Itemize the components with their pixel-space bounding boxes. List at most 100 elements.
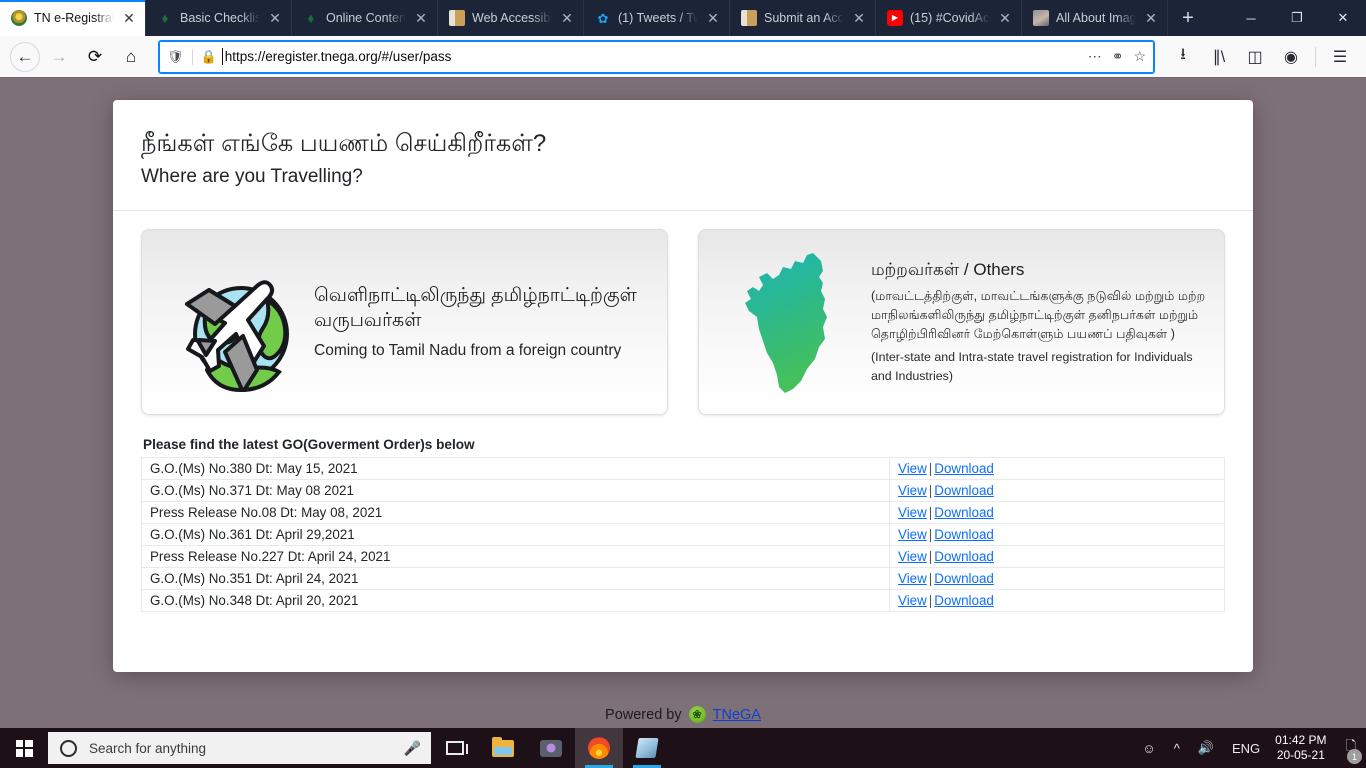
download-link[interactable]: Download — [934, 549, 994, 564]
close-icon[interactable]: ✕ — [997, 11, 1013, 25]
browser-tab-3[interactable]: Web Accessibility ✕ — [438, 0, 584, 36]
camera-button[interactable] — [527, 728, 575, 768]
government-orders-table: G.O.(Ms) No.380 Dt: May 15, 2021 View | Do… — [141, 457, 1225, 613]
task-view-icon — [446, 741, 468, 755]
sidebar-icon[interactable]: ◫ — [1239, 41, 1271, 73]
new-tab-button[interactable]: + — [1168, 0, 1208, 36]
close-icon[interactable]: ✕ — [267, 11, 283, 25]
shield-icon[interactable]: 🛡 — [167, 49, 184, 65]
forward-button[interactable]: → — [42, 41, 76, 73]
view-link[interactable]: View — [898, 483, 927, 498]
view-link[interactable]: View — [898, 527, 927, 542]
view-link[interactable]: View — [898, 571, 927, 586]
address-bar[interactable]: 🛡 🔒 https://eregister.tnega.org/#/user/p… — [158, 39, 1155, 74]
maximize-button[interactable]: ❐ — [1274, 0, 1320, 36]
microsoft-store-button[interactable] — [623, 728, 671, 768]
minimize-button[interactable]: ─ — [1228, 0, 1274, 36]
twitter-icon: ✿ — [597, 10, 609, 26]
taskbar-search-input[interactable]: Search for anything 🎤 — [48, 732, 431, 764]
go-name: Press Release No.227 Dt: April 24, 2021 — [141, 545, 890, 569]
go-actions: View | Download — [889, 523, 1225, 547]
folder-icon — [492, 736, 514, 757]
tab-title: Submit an Accessib — [764, 11, 844, 25]
close-icon[interactable]: ✕ — [121, 11, 137, 25]
go-name: G.O.(Ms) No.371 Dt: May 08 2021 — [141, 479, 890, 503]
download-link[interactable]: Download — [934, 461, 994, 476]
close-icon[interactable]: ✕ — [851, 11, 867, 25]
reload-button[interactable]: ⟳ — [78, 41, 112, 73]
speaker-icon[interactable]: 🔊 — [1189, 728, 1223, 768]
go-actions: View | Download — [889, 457, 1225, 481]
file-explorer-button[interactable] — [479, 728, 527, 768]
tab-title: (1) Tweets / Twitter — [618, 11, 698, 25]
url-input[interactable]: https://eregister.tnega.org/#/user/pass — [221, 48, 1080, 65]
browser-tab-0[interactable]: TN e-Registration ✕ — [0, 0, 146, 36]
choice-title-tamil: வெளிநாட்டிலிருந்து தமிழ்நாட்டிற்குள் வரு… — [314, 285, 637, 332]
tab-title: TN e-Registration — [34, 11, 114, 25]
view-link[interactable]: View — [898, 461, 927, 476]
windows-start-icon[interactable] — [0, 728, 48, 768]
close-icon[interactable]: ✕ — [413, 11, 429, 25]
page-viewport: நீங்கள் எங்கே பயணம் செய்கிறீர்கள்? Where… — [0, 78, 1366, 728]
pocket-icon[interactable]: ⚭ — [1112, 48, 1124, 65]
browser-tab-2[interactable]: ♦ Online Content ✕ — [292, 0, 438, 36]
taskbar-app-buttons — [431, 728, 671, 768]
download-link[interactable]: Download — [934, 527, 994, 542]
tab-title: (15) #CovidAccess — [910, 11, 990, 25]
download-link[interactable]: Download — [934, 593, 994, 608]
library-icon[interactable]: ∥\ — [1203, 41, 1235, 73]
camera-icon — [540, 739, 562, 757]
window-close-button[interactable]: ✕ — [1320, 0, 1366, 36]
powered-by-label: Powered by — [605, 706, 682, 723]
table-row: Press Release No.08 Dt: May 08, 2021 Vie… — [141, 501, 1225, 525]
store-icon — [635, 738, 659, 758]
language-indicator[interactable]: ENG — [1223, 728, 1269, 768]
account-icon[interactable]: ◉ — [1275, 41, 1307, 73]
table-row: Press Release No.227 Dt: April 24, 2021 … — [141, 545, 1225, 569]
tab-title: Basic Checklists — [180, 11, 260, 25]
choice-subtitle-tamil: (மாவட்டத்திற்குள், மாவட்டங்களுக்கு நடுவி… — [871, 288, 1206, 342]
view-link[interactable]: View — [898, 549, 927, 564]
download-link[interactable]: Download — [934, 483, 994, 498]
hamburger-menu-icon[interactable]: ☰ — [1324, 41, 1356, 73]
choice-others[interactable]: மற்றவர்கள் / Others (மாவட்டத்திற்குள், ம… — [698, 229, 1225, 416]
view-link[interactable]: View — [898, 505, 927, 520]
tn-emblem-icon — [11, 10, 27, 26]
browser-tab-5[interactable]: Submit an Accessib ✕ — [730, 0, 876, 36]
notification-icon[interactable]: 🗋 1 — [1337, 728, 1366, 768]
close-icon[interactable]: ✕ — [559, 11, 575, 25]
close-icon[interactable]: ✕ — [705, 11, 721, 25]
choice-title-tamil: மற்றவர்கள் / Others — [871, 260, 1025, 280]
chevron-up-icon[interactable]: ^ — [1165, 728, 1189, 768]
clock[interactable]: 01:42 PM 20-05-21 — [1269, 733, 1336, 763]
download-link[interactable]: Download — [934, 571, 994, 586]
close-icon[interactable]: ✕ — [1143, 11, 1159, 25]
browser-tab-4[interactable]: ✿ (1) Tweets / Twitter ✕ — [584, 0, 730, 36]
view-link[interactable]: View — [898, 593, 927, 608]
choice-subtitle-english: Coming to Tamil Nadu from a foreign coun… — [314, 341, 622, 359]
download-link[interactable]: Download — [934, 505, 994, 520]
go-actions: View | Download — [889, 567, 1225, 591]
browser-tab-1[interactable]: ♦ Basic Checklists ✕ — [146, 0, 292, 36]
tnega-link[interactable]: TNeGA — [713, 707, 761, 723]
tab-title: Online Content — [326, 11, 406, 25]
star-icon[interactable]: ☆ — [1133, 48, 1146, 65]
firefox-button[interactable] — [575, 728, 623, 768]
browser-tab-7[interactable]: All About Images ✕ — [1022, 0, 1168, 36]
download-icon[interactable]: ⭳ — [1167, 41, 1199, 73]
choice-foreign-arrival[interactable]: வெளிநாட்டிலிருந்து தமிழ்நாட்டிற்குள் வரு… — [141, 229, 668, 416]
travel-selection-modal: நீங்கள் எங்கே பயணம் செய்கிறீர்கள்? Where… — [113, 100, 1253, 672]
ellipsis-icon[interactable]: ⋯ — [1088, 48, 1102, 65]
back-button[interactable]: ← — [10, 41, 40, 72]
clock-date: 20-05-21 — [1276, 748, 1325, 762]
home-button[interactable]: ⌂ — [114, 41, 148, 73]
microphone-icon[interactable]: 🎤 — [404, 740, 421, 757]
door-icon — [449, 10, 465, 26]
browser-tab-6[interactable]: ▶ (15) #CovidAccess ✕ — [876, 0, 1022, 36]
notification-count-badge: 1 — [1347, 749, 1362, 764]
people-icon[interactable]: ☺ — [1133, 728, 1164, 768]
task-view-button[interactable] — [431, 728, 479, 768]
go-name: Press Release No.08 Dt: May 08, 2021 — [141, 501, 890, 525]
divider — [191, 48, 193, 65]
lock-icon[interactable]: 🔒 — [201, 49, 217, 65]
